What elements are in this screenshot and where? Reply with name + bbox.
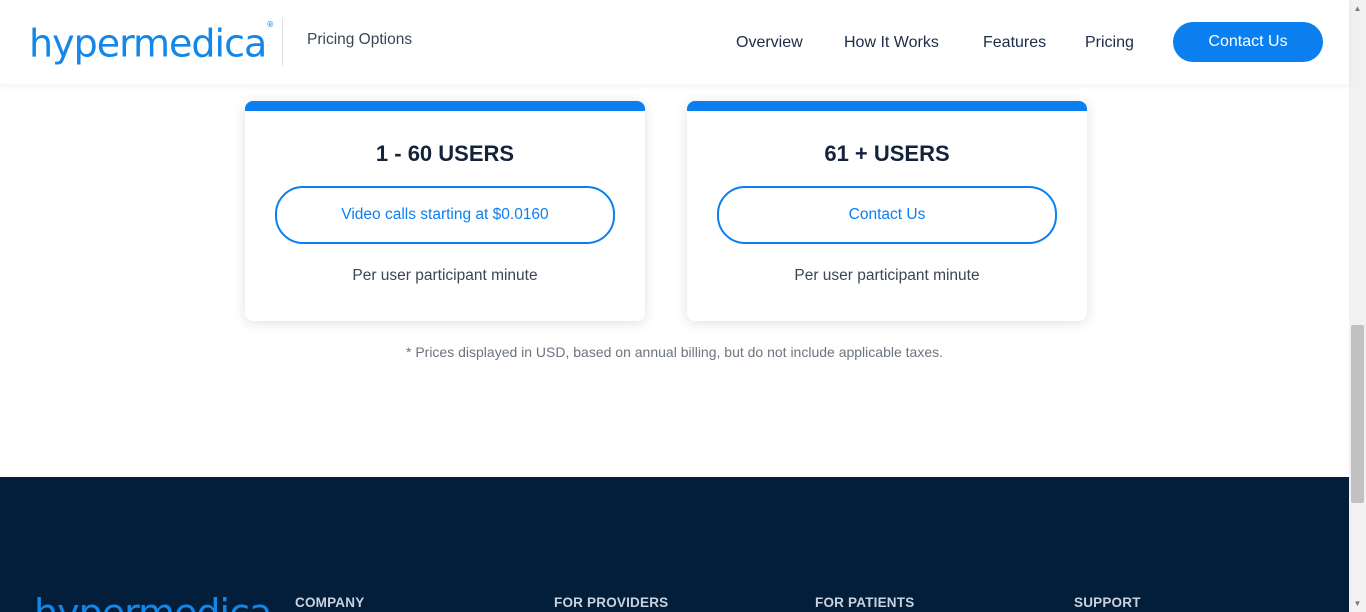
pricing-card-1-60-users: 1 - 60 USERS Video calls starting at $0.… (245, 101, 645, 321)
card-title: 61 + USERS (824, 141, 950, 166)
footer-heading-patients: FOR PATIENTS (815, 595, 915, 610)
card-accent-bar (245, 101, 645, 111)
hypermedica-logo[interactable]: hypermedica® (29, 17, 274, 68)
site-header: hypermedica® Pricing Options Overview Ho… (0, 0, 1349, 84)
card-contact-us-button[interactable]: Contact Us (717, 186, 1057, 244)
nav-overview-link[interactable]: Overview (736, 34, 803, 52)
card-note: Per user participant minute (352, 267, 538, 284)
nav-features-link[interactable]: Features (983, 34, 1046, 52)
footer-logo[interactable]: hypermedica (34, 589, 272, 612)
scroll-up-arrow-icon[interactable]: ▲ (1349, 0, 1366, 17)
vertical-scrollbar[interactable]: ▲ ▼ (1349, 0, 1366, 612)
pricing-card-61-plus-users: 61 + USERS Contact Us Per user participa… (687, 101, 1087, 321)
logo-text: hypermedica (29, 21, 267, 66)
registered-mark: ® (266, 20, 275, 29)
card-accent-bar (687, 101, 1087, 111)
footer-heading-company: COMPANY (295, 595, 365, 610)
scroll-down-arrow-icon[interactable]: ▼ (1349, 595, 1366, 612)
nav-how-it-works-link[interactable]: How It Works (844, 34, 939, 52)
nav-pricing-link[interactable]: Pricing (1085, 34, 1134, 52)
video-calls-pricing-button[interactable]: Video calls starting at $0.0160 (275, 186, 615, 244)
pricing-disclaimer: * Prices displayed in USD, based on annu… (405, 344, 943, 360)
page-subtitle: Pricing Options (307, 31, 413, 48)
contact-us-button[interactable]: Contact Us (1173, 22, 1323, 62)
footer-heading-support: SUPPORT (1074, 595, 1141, 610)
card-title: 1 - 60 USERS (375, 141, 515, 166)
header-divider (282, 18, 283, 66)
card-note: Per user participant minute (794, 267, 980, 284)
scrollbar-thumb[interactable] (1351, 325, 1364, 503)
site-footer: hypermedica COMPANY FOR PROVIDERS FOR PA… (0, 477, 1349, 612)
footer-heading-providers: FOR PROVIDERS (554, 595, 669, 610)
